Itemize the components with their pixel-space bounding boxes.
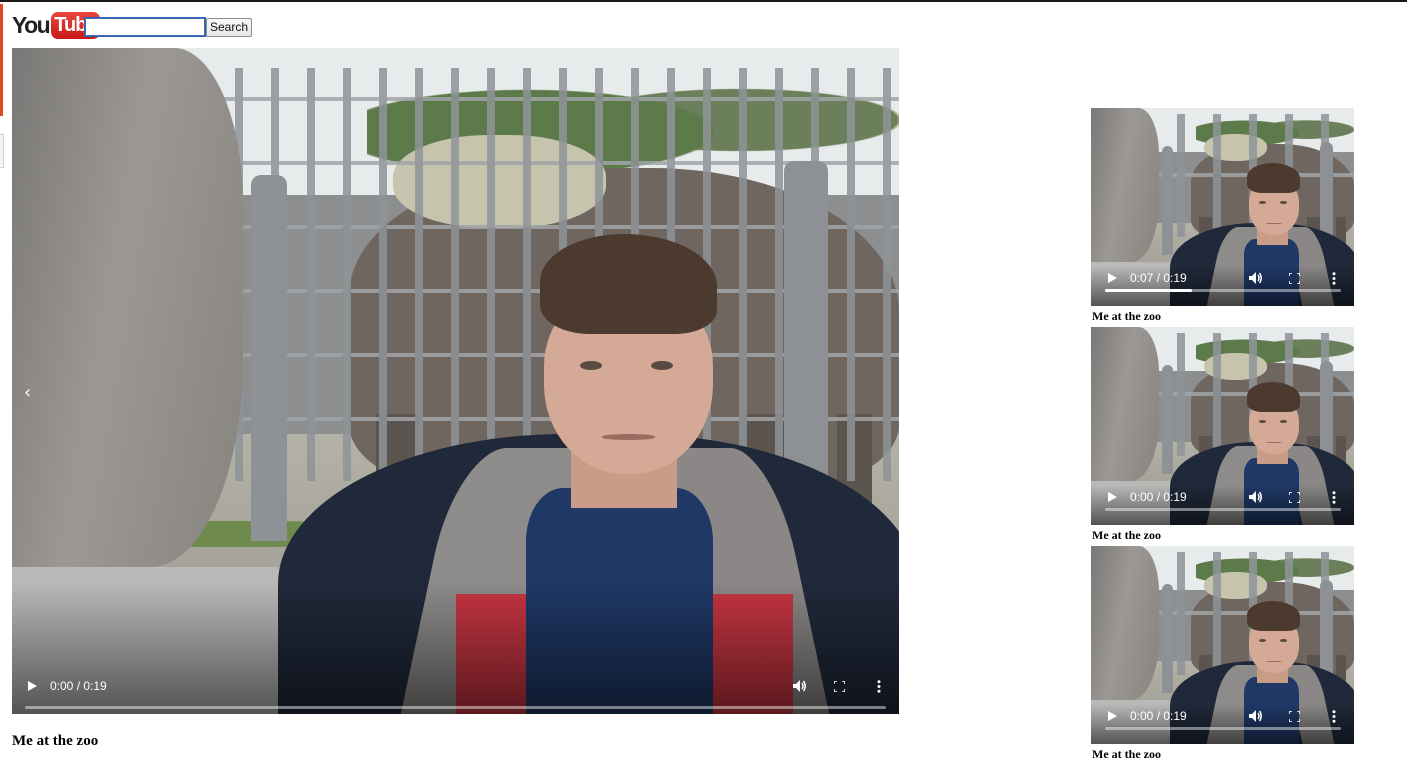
- volume-icon[interactable]: [1249, 272, 1263, 284]
- related-video-title[interactable]: Me at the zoo: [1092, 747, 1161, 762]
- related-video-player[interactable]: 0:00 / 0:19: [1091, 546, 1354, 744]
- player-controls: 0:07 / 0:19: [1091, 258, 1354, 306]
- logo-you-text: You: [12, 11, 51, 38]
- chevron-left-icon[interactable]: ‹: [24, 384, 34, 402]
- time-display: 0:00 / 0:19: [50, 679, 107, 693]
- player-controls: 0:00 / 0:19: [1091, 477, 1354, 525]
- fullscreen-icon[interactable]: [1289, 492, 1300, 503]
- player-controls: 0:00 / 0:19: [1091, 696, 1354, 744]
- search-button[interactable]: Search: [206, 18, 252, 37]
- fullscreen-icon[interactable]: [1289, 273, 1300, 284]
- volume-icon[interactable]: [1249, 710, 1263, 722]
- side-tab-handle[interactable]: [0, 134, 4, 168]
- seek-bar[interactable]: [1105, 289, 1341, 292]
- main-video-title[interactable]: Me at the zoo: [12, 733, 98, 750]
- search-input[interactable]: [84, 17, 206, 37]
- play-icon[interactable]: [1108, 711, 1117, 721]
- volume-icon[interactable]: [1249, 491, 1263, 503]
- fullscreen-icon[interactable]: [1289, 711, 1300, 722]
- play-icon[interactable]: [1108, 492, 1117, 502]
- play-icon[interactable]: [1108, 273, 1117, 283]
- seek-bar[interactable]: [1105, 508, 1341, 511]
- time-display: 0:07 / 0:19: [1130, 271, 1187, 285]
- play-icon[interactable]: [28, 681, 37, 691]
- related-video-player[interactable]: 0:00 / 0:19: [1091, 327, 1354, 525]
- related-video-title[interactable]: Me at the zoo: [1092, 309, 1161, 324]
- seek-bar[interactable]: [1105, 727, 1341, 730]
- more-options-icon[interactable]: [1332, 491, 1336, 504]
- video-frame: [12, 48, 899, 714]
- more-options-icon[interactable]: [1332, 710, 1336, 723]
- volume-icon[interactable]: [793, 680, 807, 692]
- time-display: 0:00 / 0:19: [1130, 490, 1187, 504]
- fullscreen-icon[interactable]: [834, 681, 845, 692]
- related-video-title[interactable]: Me at the zoo: [1092, 528, 1161, 543]
- more-options-icon[interactable]: [1332, 272, 1336, 285]
- seek-bar[interactable]: [25, 706, 886, 709]
- seek-bar-progress: [1105, 289, 1193, 292]
- related-video-player[interactable]: 0:07 / 0:19: [1091, 108, 1354, 306]
- more-options-icon[interactable]: [877, 680, 881, 693]
- time-display: 0:00 / 0:19: [1130, 709, 1187, 723]
- main-video-player[interactable]: 0:00 / 0:19: [12, 48, 899, 714]
- left-accent-bar: [0, 4, 3, 116]
- player-controls: 0:00 / 0:19: [12, 666, 899, 714]
